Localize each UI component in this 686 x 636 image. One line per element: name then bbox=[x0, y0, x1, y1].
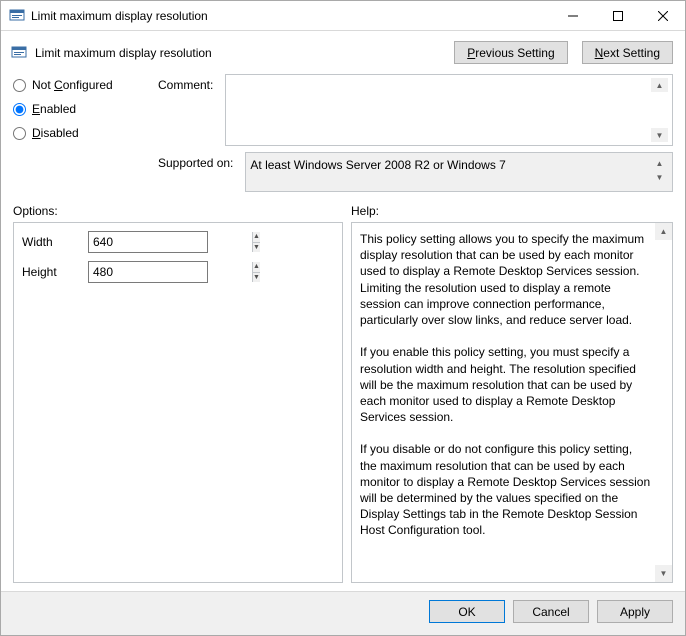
options-header: Options: bbox=[13, 204, 343, 218]
supported-on-text: At least Windows Server 2008 R2 or Windo… bbox=[250, 156, 651, 174]
apply-button[interactable]: Apply bbox=[597, 600, 673, 623]
header-row: Limit maximum display resolution Previou… bbox=[1, 31, 685, 72]
scroll-up-icon: ▲ bbox=[651, 156, 668, 170]
help-scrollbar[interactable]: ▲ ▼ bbox=[655, 223, 672, 582]
titlebar: Limit maximum display resolution bbox=[1, 1, 685, 31]
width-input[interactable] bbox=[89, 232, 252, 252]
panels: Width ▲ ▼ Height ▲ ▼ bbox=[1, 222, 685, 591]
scroll-down-icon[interactable]: ▼ bbox=[655, 565, 672, 582]
scroll-down-icon: ▼ bbox=[651, 170, 668, 184]
close-button[interactable] bbox=[640, 1, 685, 30]
footer: OK Cancel Apply bbox=[1, 591, 685, 635]
spin-up-icon[interactable]: ▲ bbox=[253, 262, 260, 273]
policy-icon bbox=[11, 45, 27, 61]
help-panel: This policy setting allows you to specif… bbox=[351, 222, 673, 583]
width-row: Width ▲ ▼ bbox=[22, 231, 334, 253]
options-panel: Width ▲ ▼ Height ▲ ▼ bbox=[13, 222, 343, 583]
window-title: Limit maximum display resolution bbox=[31, 9, 550, 23]
spin-up-icon[interactable]: ▲ bbox=[253, 232, 260, 243]
upper-section: Not Configured Enabled Disabled Comment:… bbox=[1, 72, 685, 200]
radio-enabled[interactable]: Enabled bbox=[13, 102, 158, 116]
comment-label: Comment: bbox=[158, 74, 219, 92]
state-radio-group: Not Configured Enabled Disabled bbox=[13, 74, 158, 192]
comment-scrollbar[interactable]: ▲ ▼ bbox=[651, 78, 668, 142]
dialog-window: Limit maximum display resolution Limit m… bbox=[0, 0, 686, 636]
supported-on-box: At least Windows Server 2008 R2 or Windo… bbox=[245, 152, 673, 192]
maximize-button[interactable] bbox=[595, 1, 640, 30]
supported-row: Supported on: At least Windows Server 20… bbox=[158, 152, 673, 192]
policy-title: Limit maximum display resolution bbox=[35, 46, 440, 60]
scroll-up-icon[interactable]: ▲ bbox=[655, 223, 672, 240]
minimize-button[interactable] bbox=[550, 1, 595, 30]
height-label: Height bbox=[22, 265, 82, 279]
width-spinner[interactable]: ▲ ▼ bbox=[88, 231, 208, 253]
radio-not-configured[interactable]: Not Configured bbox=[13, 78, 158, 92]
next-setting-button[interactable]: Next Setting bbox=[582, 41, 673, 64]
column-headers: Options: Help: bbox=[1, 200, 685, 222]
radio-enabled-input[interactable] bbox=[13, 103, 26, 116]
spin-down-icon[interactable]: ▼ bbox=[253, 273, 260, 283]
cancel-button[interactable]: Cancel bbox=[513, 600, 589, 623]
height-input[interactable] bbox=[89, 262, 252, 282]
radio-not-configured-input[interactable] bbox=[13, 79, 26, 92]
width-label: Width bbox=[22, 235, 82, 249]
previous-setting-button[interactable]: Previous Setting bbox=[454, 41, 567, 64]
supported-scrollbar: ▲ ▼ bbox=[651, 156, 668, 184]
app-icon bbox=[9, 8, 25, 24]
scroll-up-icon[interactable]: ▲ bbox=[651, 78, 668, 92]
radio-disabled-input[interactable] bbox=[13, 127, 26, 140]
spin-down-icon[interactable]: ▼ bbox=[253, 243, 260, 253]
help-text: This policy setting allows you to specif… bbox=[360, 231, 655, 574]
ok-button[interactable]: OK bbox=[429, 600, 505, 623]
scroll-down-icon[interactable]: ▼ bbox=[651, 128, 668, 142]
supported-label: Supported on: bbox=[158, 152, 239, 170]
radio-disabled[interactable]: Disabled bbox=[13, 126, 158, 140]
comment-input[interactable] bbox=[230, 78, 651, 142]
comment-textarea[interactable]: ▲ ▼ bbox=[225, 74, 673, 146]
help-header: Help: bbox=[351, 204, 673, 218]
comment-row: Comment: ▲ ▼ bbox=[158, 74, 673, 146]
height-spinner[interactable]: ▲ ▼ bbox=[88, 261, 208, 283]
height-row: Height ▲ ▼ bbox=[22, 261, 334, 283]
